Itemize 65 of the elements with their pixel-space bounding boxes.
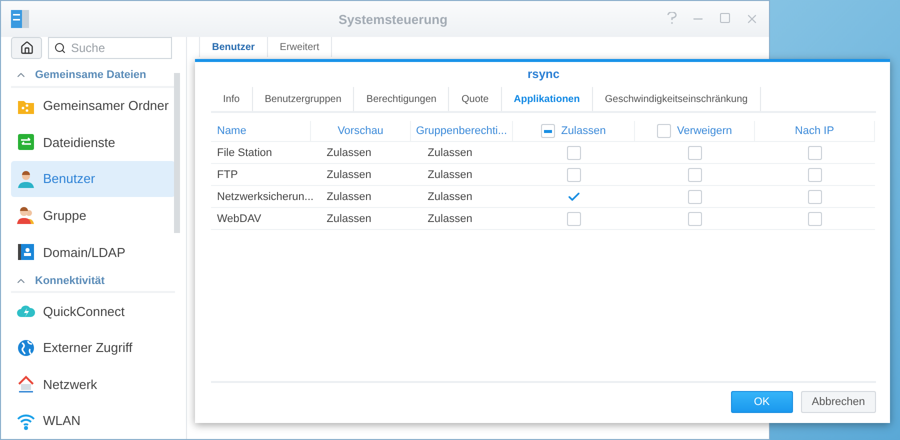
- wifi-icon: [17, 412, 35, 430]
- tab[interactable]: Quote: [449, 87, 502, 111]
- help-icon[interactable]: [667, 12, 677, 24]
- table-cell: Zulassen: [311, 208, 411, 230]
- contact-book-icon: [17, 243, 35, 261]
- column-header[interactable]: Gruppenberechti...: [411, 121, 513, 142]
- house-icon: [17, 375, 35, 394]
- tab[interactable]: Benutzer: [200, 37, 268, 57]
- cancel-button[interactable]: Abbrechen: [800, 391, 876, 413]
- table-cell: Zulassen: [411, 142, 513, 164]
- table-cell: FTP: [211, 164, 311, 186]
- checkbox[interactable]: [808, 146, 822, 160]
- column-header[interactable]: Vorschau: [311, 121, 411, 142]
- close-icon[interactable]: [745, 12, 759, 26]
- checkbox[interactable]: [567, 212, 581, 226]
- home-icon: [20, 41, 34, 55]
- window-title: Systemsteuerung: [337, 12, 449, 26]
- checkbox[interactable]: [656, 124, 671, 138]
- search-field[interactable]: Suche: [48, 37, 172, 59]
- table-cell: Zulassen: [411, 186, 513, 208]
- scrollbar[interactable]: [174, 73, 180, 233]
- checkbox[interactable]: [808, 212, 822, 226]
- column-header[interactable]: Name: [211, 121, 311, 142]
- column-header[interactable]: Verweigern: [676, 125, 732, 137]
- table-cell: Zulassen: [411, 208, 513, 230]
- tab[interactable]: Erweitert: [268, 37, 332, 57]
- app-icon: [11, 10, 29, 28]
- checkbox[interactable]: [567, 168, 581, 182]
- checkbox[interactable]: [688, 168, 702, 182]
- table-cell: File Station: [211, 142, 311, 164]
- arrows-square-icon: [17, 133, 35, 152]
- tab[interactable]: Benutzergruppen: [252, 87, 354, 111]
- table-cell: WebDAV: [211, 208, 311, 230]
- table-cell: Zulassen: [411, 164, 513, 186]
- dialog-title: rsync: [527, 66, 560, 83]
- tab[interactable]: Berechtigungen: [354, 87, 450, 111]
- user-icon: [17, 170, 35, 188]
- column-header[interactable]: Nach IP: [755, 121, 875, 142]
- sidebar-item[interactable]: QuickConnect: [11, 292, 175, 330]
- sidebar-item[interactable]: WLAN: [11, 402, 175, 439]
- column-header[interactable]: Zulassen: [561, 125, 606, 137]
- sidebar-item[interactable]: Externer Zugriff: [11, 329, 175, 366]
- checkbox[interactable]: [688, 212, 702, 226]
- home-button[interactable]: [11, 37, 42, 59]
- checkbox[interactable]: [808, 168, 822, 182]
- table-cell: Zulassen: [311, 164, 411, 186]
- table-cell: Zulassen: [311, 142, 411, 164]
- sidebar-item[interactable]: Netzwerk: [11, 366, 175, 402]
- section-header[interactable]: Konnektivität: [11, 270, 175, 293]
- sidebar-item[interactable]: Domain/LDAP: [11, 234, 175, 270]
- table-cell: Zulassen: [311, 186, 411, 208]
- users-icon: [17, 206, 35, 224]
- tab[interactable]: Info: [211, 87, 253, 111]
- globe-icon: [17, 338, 35, 357]
- checkbox[interactable]: [541, 124, 556, 138]
- search-icon: [54, 42, 66, 54]
- checkbox[interactable]: [688, 146, 702, 160]
- checkbox[interactable]: [567, 146, 581, 160]
- maximize-icon[interactable]: [719, 12, 731, 24]
- tab[interactable]: Geschwindigkeitseinschränkung: [592, 87, 761, 111]
- table-cell: Netzwerksicherun...: [211, 186, 311, 208]
- sidebar-item[interactable]: Gemeinsamer Ordner: [11, 88, 175, 124]
- tab[interactable]: Applikationen: [502, 87, 593, 111]
- checkbox[interactable]: [808, 190, 822, 204]
- checkbox[interactable]: [688, 190, 702, 204]
